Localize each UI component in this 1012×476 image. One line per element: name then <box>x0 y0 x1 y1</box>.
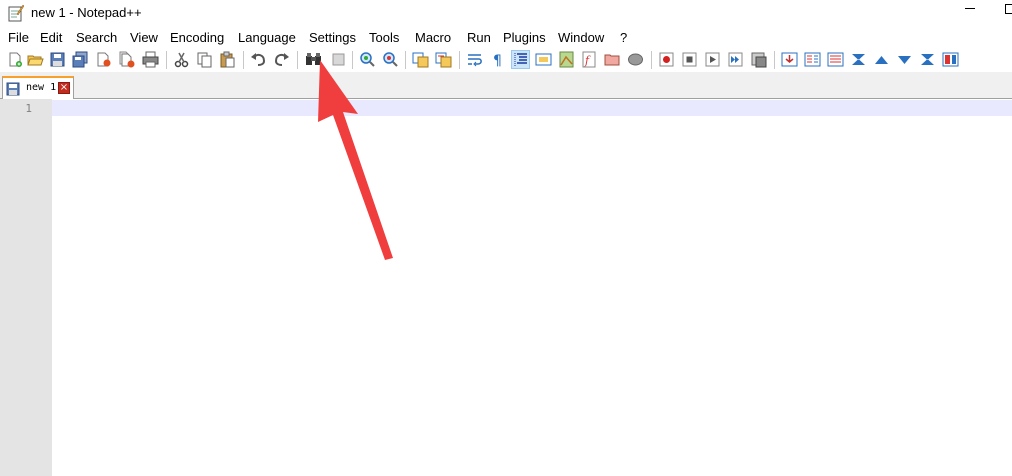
compare-icon[interactable] <box>804 51 821 68</box>
sync-horizontal-icon[interactable] <box>435 51 452 68</box>
current-line-highlight <box>52 100 1012 116</box>
previous-diff-icon[interactable] <box>873 51 890 68</box>
playback-macro-icon[interactable] <box>704 51 721 68</box>
close-tab-icon[interactable]: × <box>58 82 70 94</box>
print-icon[interactable] <box>142 51 159 68</box>
menu-search[interactable]: Search <box>76 30 117 45</box>
toolbar-separator <box>459 51 460 69</box>
menu-window[interactable]: Window <box>558 30 604 45</box>
toolbar-separator <box>297 51 298 69</box>
record-macro-icon[interactable] <box>658 51 675 68</box>
save-macro-icon[interactable] <box>750 51 767 68</box>
navigation-bar-icon[interactable] <box>942 51 959 68</box>
new-file-icon[interactable] <box>6 51 23 68</box>
function-list-icon[interactable]: f <box>581 51 598 68</box>
copy-icon[interactable] <box>196 51 213 68</box>
editor-text-area[interactable] <box>52 99 1012 476</box>
save-all-icon[interactable] <box>72 51 89 68</box>
monitoring-icon[interactable] <box>627 51 644 68</box>
zoom-in-icon[interactable] <box>359 51 376 68</box>
maximize-button[interactable] <box>990 0 1012 27</box>
document-map-icon[interactable] <box>558 51 575 68</box>
stop-recording-icon[interactable] <box>681 51 698 68</box>
menu-encoding[interactable]: Encoding <box>170 30 224 45</box>
notepad-app-icon <box>8 4 25 22</box>
saved-file-icon <box>6 82 20 96</box>
minimize-button[interactable] <box>950 0 990 27</box>
menu-view[interactable]: View <box>130 30 158 45</box>
open-file-icon[interactable] <box>27 51 44 68</box>
maximize-icon <box>1005 3 1012 14</box>
last-diff-icon[interactable] <box>919 51 936 68</box>
menu-help[interactable]: ? <box>620 30 627 45</box>
minimize-icon <box>965 8 975 9</box>
menu-settings[interactable]: Settings <box>309 30 356 45</box>
toolbar-separator <box>405 51 406 69</box>
close-all-icon[interactable] <box>118 51 135 68</box>
next-diff-icon[interactable] <box>896 51 913 68</box>
first-diff-icon[interactable] <box>850 51 867 68</box>
word-wrap-icon[interactable] <box>466 51 483 68</box>
compare-options-icon[interactable] <box>827 51 844 68</box>
toolbar-separator <box>166 51 167 69</box>
menu-tools[interactable]: Tools <box>369 30 399 45</box>
menu-edit[interactable]: Edit <box>40 30 62 45</box>
sync-vertical-icon[interactable] <box>412 51 429 68</box>
menu-run[interactable]: Run <box>467 30 491 45</box>
toolbar-separator <box>243 51 244 69</box>
indent-guide-icon[interactable] <box>511 50 530 69</box>
title-bar: new 1 - Notepad++ <box>0 0 1012 27</box>
user-defined-language-icon[interactable] <box>535 51 552 68</box>
toolbar-separator <box>774 51 775 69</box>
show-all-characters-icon[interactable]: ¶ <box>489 51 506 68</box>
svg-text:¶: ¶ <box>493 53 502 68</box>
toolbar: ¶ f <box>0 48 1012 72</box>
paste-icon[interactable] <box>219 51 236 68</box>
line-number: 1 <box>25 102 32 115</box>
line-number-gutter: 1 <box>0 99 52 476</box>
menu-file[interactable]: File <box>8 30 29 45</box>
cut-icon[interactable] <box>173 51 190 68</box>
download-icon[interactable] <box>781 51 798 68</box>
menu-bar: File Edit Search View Encoding Language … <box>0 27 1012 48</box>
zoom-out-icon[interactable] <box>382 51 399 68</box>
undo-icon[interactable] <box>250 51 267 68</box>
folder-as-workspace-icon[interactable] <box>604 51 621 68</box>
replace-icon[interactable] <box>330 51 347 68</box>
menu-plugins[interactable]: Plugins <box>503 30 546 45</box>
run-macro-multiple-icon[interactable] <box>727 51 744 68</box>
tab-bar: new 1 × <box>0 72 1012 99</box>
menu-language[interactable]: Language <box>238 30 296 45</box>
window-title: new 1 - Notepad++ <box>31 5 142 20</box>
save-icon[interactable] <box>49 51 66 68</box>
menu-macro[interactable]: Macro <box>415 30 451 45</box>
tab-new-1[interactable]: new 1 × <box>2 76 74 99</box>
redo-icon[interactable] <box>273 51 290 68</box>
close-file-icon[interactable] <box>95 51 112 68</box>
toolbar-separator <box>352 51 353 69</box>
tab-label: new 1 <box>26 82 57 93</box>
toolbar-separator <box>651 51 652 69</box>
find-icon[interactable] <box>305 51 322 68</box>
